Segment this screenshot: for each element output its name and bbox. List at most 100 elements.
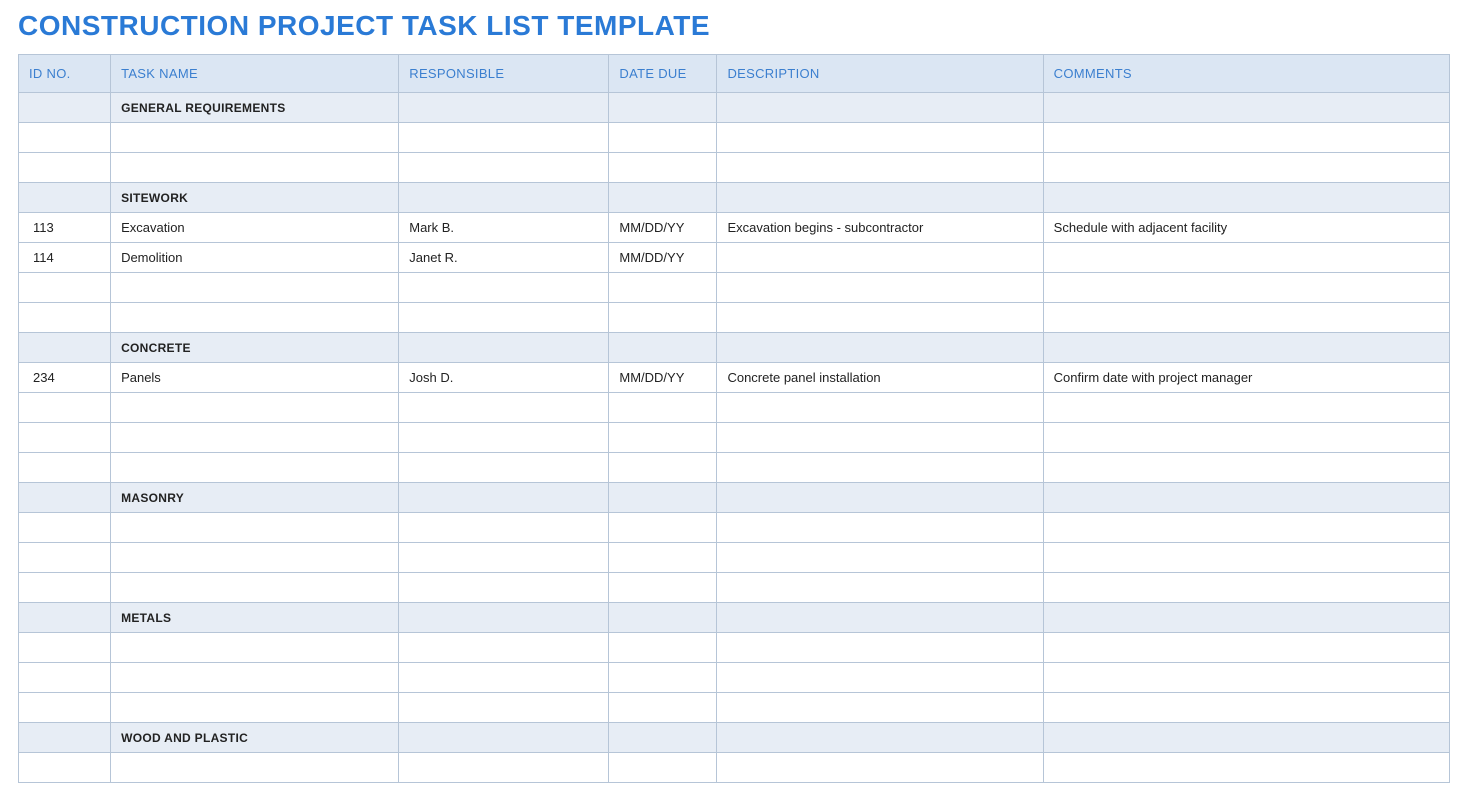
cell-comments[interactable]: [1043, 693, 1449, 723]
cell-due[interactable]: MM/DD/YY: [609, 213, 717, 243]
cell-responsible[interactable]: [399, 453, 609, 483]
cell-responsible[interactable]: [399, 303, 609, 333]
cell-description[interactable]: [717, 303, 1043, 333]
cell-description[interactable]: [717, 513, 1043, 543]
cell-responsible[interactable]: [399, 663, 609, 693]
cell-due[interactable]: [609, 753, 717, 783]
cell-description[interactable]: [717, 273, 1043, 303]
cell-id[interactable]: [19, 753, 111, 783]
cell-task[interactable]: [111, 543, 399, 573]
cell-id[interactable]: [19, 153, 111, 183]
cell-id[interactable]: [19, 393, 111, 423]
cell-id[interactable]: [19, 543, 111, 573]
cell-comments[interactable]: [1043, 393, 1449, 423]
cell-description[interactable]: [717, 423, 1043, 453]
cell-responsible[interactable]: [399, 693, 609, 723]
cell-responsible[interactable]: Josh D.: [399, 363, 609, 393]
cell-task[interactable]: Demolition: [111, 243, 399, 273]
cell-id[interactable]: [19, 423, 111, 453]
cell-comments[interactable]: [1043, 633, 1449, 663]
cell-responsible[interactable]: [399, 273, 609, 303]
cell-due[interactable]: [609, 453, 717, 483]
cell-responsible[interactable]: [399, 393, 609, 423]
cell-description[interactable]: [717, 633, 1043, 663]
cell-due[interactable]: [609, 423, 717, 453]
cell-task[interactable]: [111, 273, 399, 303]
cell-task[interactable]: [111, 633, 399, 663]
cell-comments[interactable]: [1043, 303, 1449, 333]
cell-description[interactable]: [717, 123, 1043, 153]
cell-id[interactable]: 234: [19, 363, 111, 393]
cell-due[interactable]: [609, 303, 717, 333]
cell-task[interactable]: Excavation: [111, 213, 399, 243]
cell-comments[interactable]: [1043, 663, 1449, 693]
cell-id[interactable]: [19, 693, 111, 723]
cell-comments[interactable]: [1043, 453, 1449, 483]
cell-due[interactable]: [609, 663, 717, 693]
cell-task[interactable]: [111, 393, 399, 423]
cell-responsible[interactable]: [399, 513, 609, 543]
cell-description[interactable]: [717, 393, 1043, 423]
cell-due[interactable]: [609, 573, 717, 603]
cell-comments[interactable]: [1043, 153, 1449, 183]
cell-responsible[interactable]: Mark B.: [399, 213, 609, 243]
cell-comments[interactable]: [1043, 273, 1449, 303]
cell-comments[interactable]: [1043, 513, 1449, 543]
cell-comments[interactable]: [1043, 543, 1449, 573]
cell-task[interactable]: [111, 303, 399, 333]
cell-id[interactable]: [19, 633, 111, 663]
cell-due[interactable]: MM/DD/YY: [609, 243, 717, 273]
cell-comments[interactable]: [1043, 243, 1449, 273]
cell-task[interactable]: [111, 513, 399, 543]
cell-due[interactable]: [609, 273, 717, 303]
cell-description[interactable]: [717, 663, 1043, 693]
cell-description[interactable]: Concrete panel installation: [717, 363, 1043, 393]
cell-comments[interactable]: [1043, 753, 1449, 783]
cell-task[interactable]: [111, 663, 399, 693]
cell-id[interactable]: [19, 123, 111, 153]
cell-responsible[interactable]: Janet R.: [399, 243, 609, 273]
cell-description[interactable]: [717, 693, 1043, 723]
cell-comments[interactable]: Confirm date with project manager: [1043, 363, 1449, 393]
cell-id[interactable]: 114: [19, 243, 111, 273]
cell-responsible[interactable]: [399, 543, 609, 573]
cell-due[interactable]: [609, 123, 717, 153]
cell-due[interactable]: [609, 693, 717, 723]
cell-description[interactable]: [717, 753, 1043, 783]
cell-description[interactable]: Excavation begins - subcontractor: [717, 213, 1043, 243]
cell-id[interactable]: [19, 273, 111, 303]
cell-due[interactable]: [609, 633, 717, 663]
cell-id[interactable]: [19, 573, 111, 603]
cell-task[interactable]: Panels: [111, 363, 399, 393]
cell-id[interactable]: [19, 303, 111, 333]
cell-id[interactable]: [19, 663, 111, 693]
cell-due[interactable]: [609, 393, 717, 423]
cell-due[interactable]: [609, 513, 717, 543]
cell-description[interactable]: [717, 243, 1043, 273]
cell-description[interactable]: [717, 153, 1043, 183]
cell-task[interactable]: [111, 753, 399, 783]
cell-responsible[interactable]: [399, 123, 609, 153]
cell-task[interactable]: [111, 123, 399, 153]
cell-task[interactable]: [111, 153, 399, 183]
cell-comments[interactable]: [1043, 123, 1449, 153]
cell-task[interactable]: [111, 453, 399, 483]
cell-responsible[interactable]: [399, 633, 609, 663]
cell-id[interactable]: [19, 453, 111, 483]
cell-comments[interactable]: [1043, 423, 1449, 453]
cell-description[interactable]: [717, 573, 1043, 603]
cell-task[interactable]: [111, 573, 399, 603]
cell-comments[interactable]: Schedule with adjacent facility: [1043, 213, 1449, 243]
cell-responsible[interactable]: [399, 423, 609, 453]
cell-task[interactable]: [111, 423, 399, 453]
cell-task[interactable]: [111, 693, 399, 723]
cell-responsible[interactable]: [399, 753, 609, 783]
cell-description[interactable]: [717, 543, 1043, 573]
cell-id[interactable]: 113: [19, 213, 111, 243]
cell-due[interactable]: [609, 153, 717, 183]
cell-responsible[interactable]: [399, 573, 609, 603]
cell-due[interactable]: [609, 543, 717, 573]
cell-comments[interactable]: [1043, 573, 1449, 603]
cell-responsible[interactable]: [399, 153, 609, 183]
cell-due[interactable]: MM/DD/YY: [609, 363, 717, 393]
